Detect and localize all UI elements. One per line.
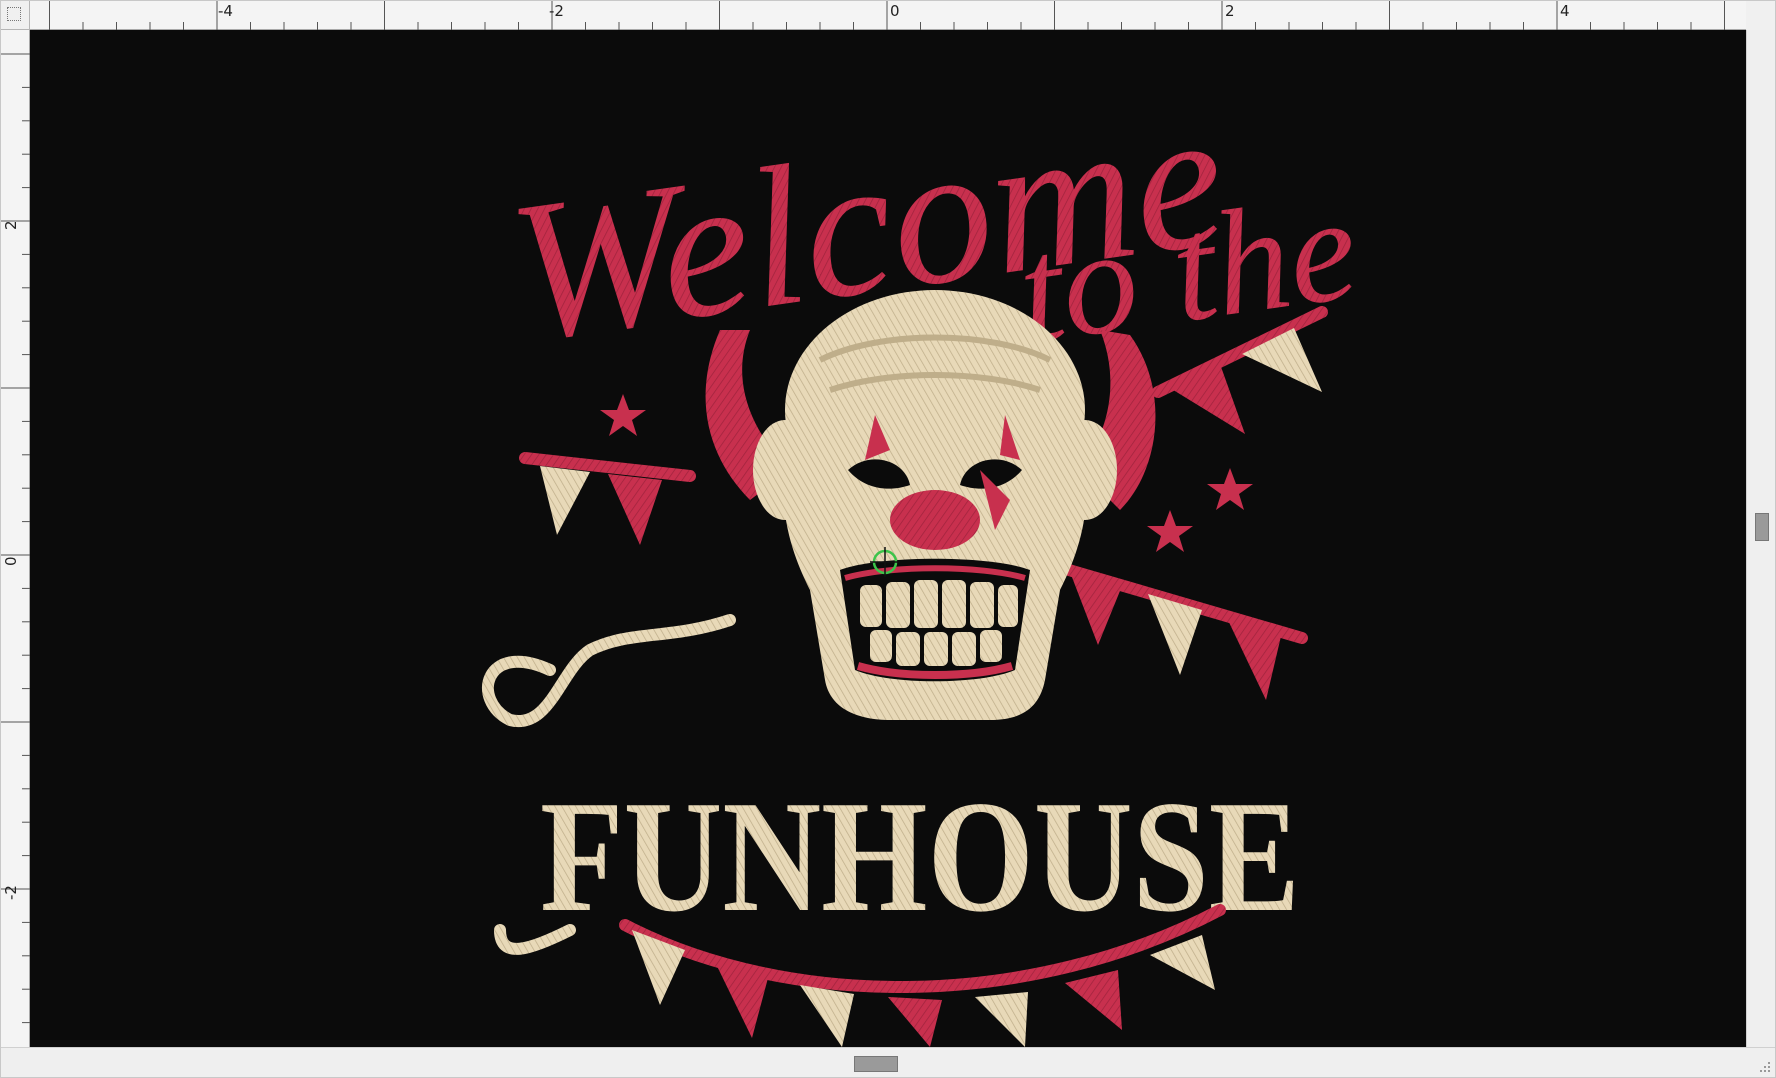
- horizontal-scrollbar[interactable]: [0, 1047, 1776, 1078]
- embroidery-design: Welcome to the FUNHOUSE: [481, 66, 1366, 1047]
- horizontal-scroll-thumb[interactable]: [854, 1056, 898, 1072]
- hruler-label: 0: [890, 2, 900, 20]
- pennant-banner-left: [519, 452, 696, 545]
- grid-toggle-icon: [7, 7, 21, 21]
- hruler-label: 2: [1225, 2, 1235, 20]
- vertical-ruler[interactable]: 2 0 -2: [0, 30, 30, 1047]
- vruler-label: -2: [2, 885, 20, 900]
- horizontal-ruler[interactable]: -4 -2 0 2 4: [30, 0, 1746, 30]
- design-canvas[interactable]: Welcome to the FUNHOUSE: [30, 30, 1746, 1047]
- funhouse-text: FUNHOUSE: [540, 767, 1300, 945]
- clown-face: [753, 290, 1117, 720]
- embroidery-editor-window: -4 -2 0 2 4 2 0 -2 Welcome to the FUNHOU…: [0, 0, 1776, 1078]
- horizontal-ruler-ticks: [49, 0, 1725, 30]
- resize-grip-icon[interactable]: [1758, 1060, 1772, 1074]
- ruler-corner[interactable]: [0, 0, 30, 30]
- vruler-label: 0: [2, 556, 20, 566]
- hruler-label: -2: [549, 2, 564, 20]
- vruler-label: 2: [2, 220, 20, 230]
- hruler-label: 4: [1560, 2, 1570, 20]
- vertical-scroll-thumb[interactable]: [1755, 513, 1769, 541]
- vertical-scrollbar[interactable]: [1746, 30, 1776, 1047]
- pennant-banner-right-mid: [1056, 562, 1308, 700]
- hruler-label: -4: [218, 2, 233, 20]
